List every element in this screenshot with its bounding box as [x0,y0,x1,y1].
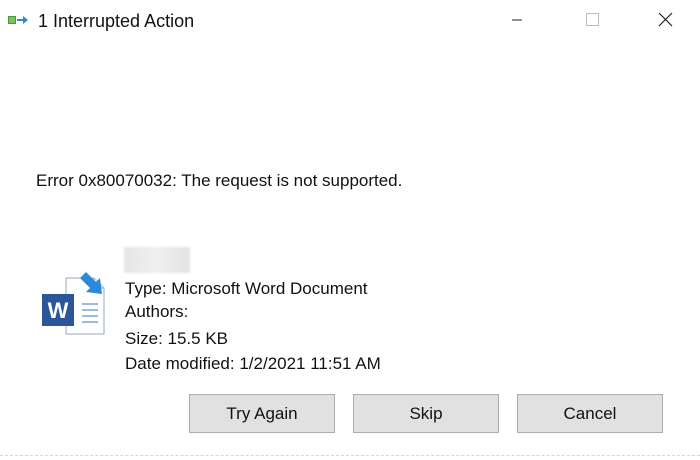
minimize-button[interactable] [495,0,541,40]
skip-button[interactable]: Skip [353,394,499,433]
file-move-icon [8,13,30,27]
error-message: Error 0x80070032: The request is not sup… [36,171,403,190]
title-bar: 1 Interrupted Action [0,0,700,40]
file-size: Size: 15.5 KB [125,329,229,348]
file-type: Type: Microsoft Word Document [125,279,368,298]
maximize-button[interactable] [570,0,616,40]
close-button[interactable] [643,0,689,40]
svg-text:W: W [48,298,69,323]
file-authors: Authors: [125,302,189,321]
window-title: 1 Interrupted Action [38,11,195,31]
file-name-redacted [124,247,190,273]
minimize-icon [512,19,522,21]
word-document-icon: W [38,270,118,340]
maximize-icon [586,13,599,26]
file-date-modified: Date modified: 1/2/2021 11:51 AM [125,354,381,373]
window-bottom-edge [0,455,700,458]
close-icon [658,12,673,27]
try-again-button[interactable]: Try Again [189,394,335,433]
cancel-button[interactable]: Cancel [517,394,663,433]
